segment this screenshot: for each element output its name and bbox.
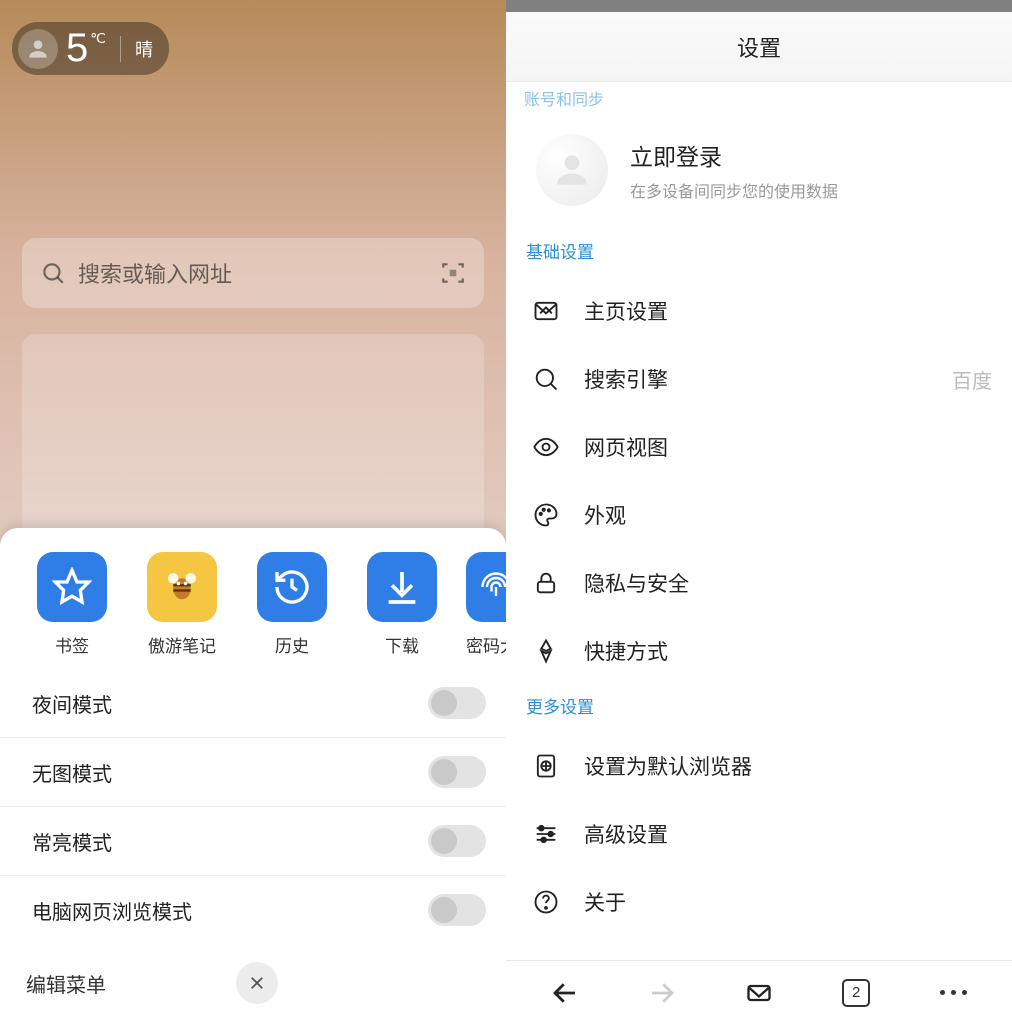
bottom-nav: 2	[506, 960, 1012, 1024]
palette-icon	[530, 499, 562, 531]
star-icon	[52, 567, 92, 607]
lock-icon	[530, 567, 562, 599]
tile-downloads[interactable]: 下载	[356, 552, 448, 657]
search-input[interactable]: 搜索或输入网址	[22, 238, 484, 308]
user-avatar-icon	[18, 29, 58, 69]
setting-default-browser[interactable]: 设置为默认浏览器	[506, 732, 1012, 800]
setting-page-view[interactable]: 网页视图	[506, 413, 1012, 481]
section-more: 更多设置	[506, 685, 1012, 732]
close-button[interactable]	[236, 962, 278, 1004]
sliders-icon	[530, 818, 562, 850]
shortcut-icon	[530, 635, 562, 667]
question-icon	[530, 886, 562, 918]
setting-appearance[interactable]: 外观	[506, 481, 1012, 549]
setting-privacy[interactable]: 隐私与安全	[506, 549, 1012, 617]
truncated-section-label: 账号和同步	[506, 82, 1012, 112]
search-placeholder: 搜索或输入网址	[78, 257, 232, 289]
left-panel: 5℃ 晴 搜索或输入网址 书签 傲游笔记 历史 下载	[0, 0, 506, 1024]
arrow-left-icon	[550, 978, 580, 1008]
eye-icon	[530, 431, 562, 463]
toggle-night-mode[interactable]: 夜间模式	[0, 669, 506, 737]
arrow-right-icon	[647, 978, 677, 1008]
menu-sheet: 书签 傲游笔记 历史 下载 密码大师 夜间模式	[0, 528, 506, 1024]
login-subtitle: 在多设备间同步您的使用数据	[630, 178, 838, 202]
search-icon	[40, 260, 66, 286]
home-button[interactable]	[739, 973, 779, 1013]
login-row[interactable]: 立即登录 在多设备间同步您的使用数据	[506, 112, 1012, 230]
bee-icon	[161, 566, 203, 608]
setting-homepage[interactable]: 主页设置	[506, 277, 1012, 345]
section-basic: 基础设置	[506, 230, 1012, 277]
right-panel: 设置 账号和同步 立即登录 在多设备间同步您的使用数据 基础设置 主页设置 搜索…	[506, 0, 1012, 1024]
setting-value: 百度	[952, 365, 992, 394]
edit-menu-button[interactable]: 编辑菜单	[26, 969, 106, 998]
settings-header: 设置	[506, 12, 1012, 82]
menu-button[interactable]	[933, 973, 973, 1013]
setting-search-engine[interactable]: 搜索引擎 百度	[506, 345, 1012, 413]
tile-passwords[interactable]: 密码大师	[466, 552, 506, 657]
status-bar	[506, 0, 1012, 12]
tile-history[interactable]: 历史	[246, 552, 338, 657]
fingerprint-icon	[478, 569, 506, 605]
scan-icon[interactable]	[440, 260, 466, 286]
toggle-no-image-mode[interactable]: 无图模式	[0, 737, 506, 806]
tile-maxnote[interactable]: 傲游笔记	[136, 552, 228, 657]
back-button[interactable]	[545, 973, 585, 1013]
home-icon	[530, 295, 562, 327]
switch[interactable]	[428, 825, 486, 857]
toggle-always-on-mode[interactable]: 常亮模式	[0, 806, 506, 875]
login-title: 立即登录	[630, 138, 838, 172]
download-icon	[382, 567, 422, 607]
switch[interactable]	[428, 687, 486, 719]
weather-condition: 晴	[135, 36, 153, 62]
setting-shortcuts[interactable]: 快捷方式	[506, 617, 1012, 685]
tabs-button[interactable]: 2	[836, 973, 876, 1013]
close-icon	[248, 974, 266, 992]
search-icon	[530, 363, 562, 395]
weather-widget[interactable]: 5℃ 晴	[12, 22, 169, 75]
setting-advanced[interactable]: 高级设置	[506, 800, 1012, 868]
browser-icon	[530, 750, 562, 782]
tab-count: 2	[842, 979, 870, 1007]
setting-about[interactable]: 关于	[506, 868, 1012, 936]
logo-icon	[745, 979, 773, 1007]
login-avatar-icon	[536, 134, 608, 206]
history-icon	[272, 567, 312, 607]
switch[interactable]	[428, 894, 486, 926]
forward-button[interactable]	[642, 973, 682, 1013]
temperature: 5℃	[66, 26, 106, 71]
tile-bookmarks[interactable]: 书签	[26, 552, 118, 657]
switch[interactable]	[428, 756, 486, 788]
toggle-desktop-mode[interactable]: 电脑网页浏览模式	[0, 875, 506, 944]
